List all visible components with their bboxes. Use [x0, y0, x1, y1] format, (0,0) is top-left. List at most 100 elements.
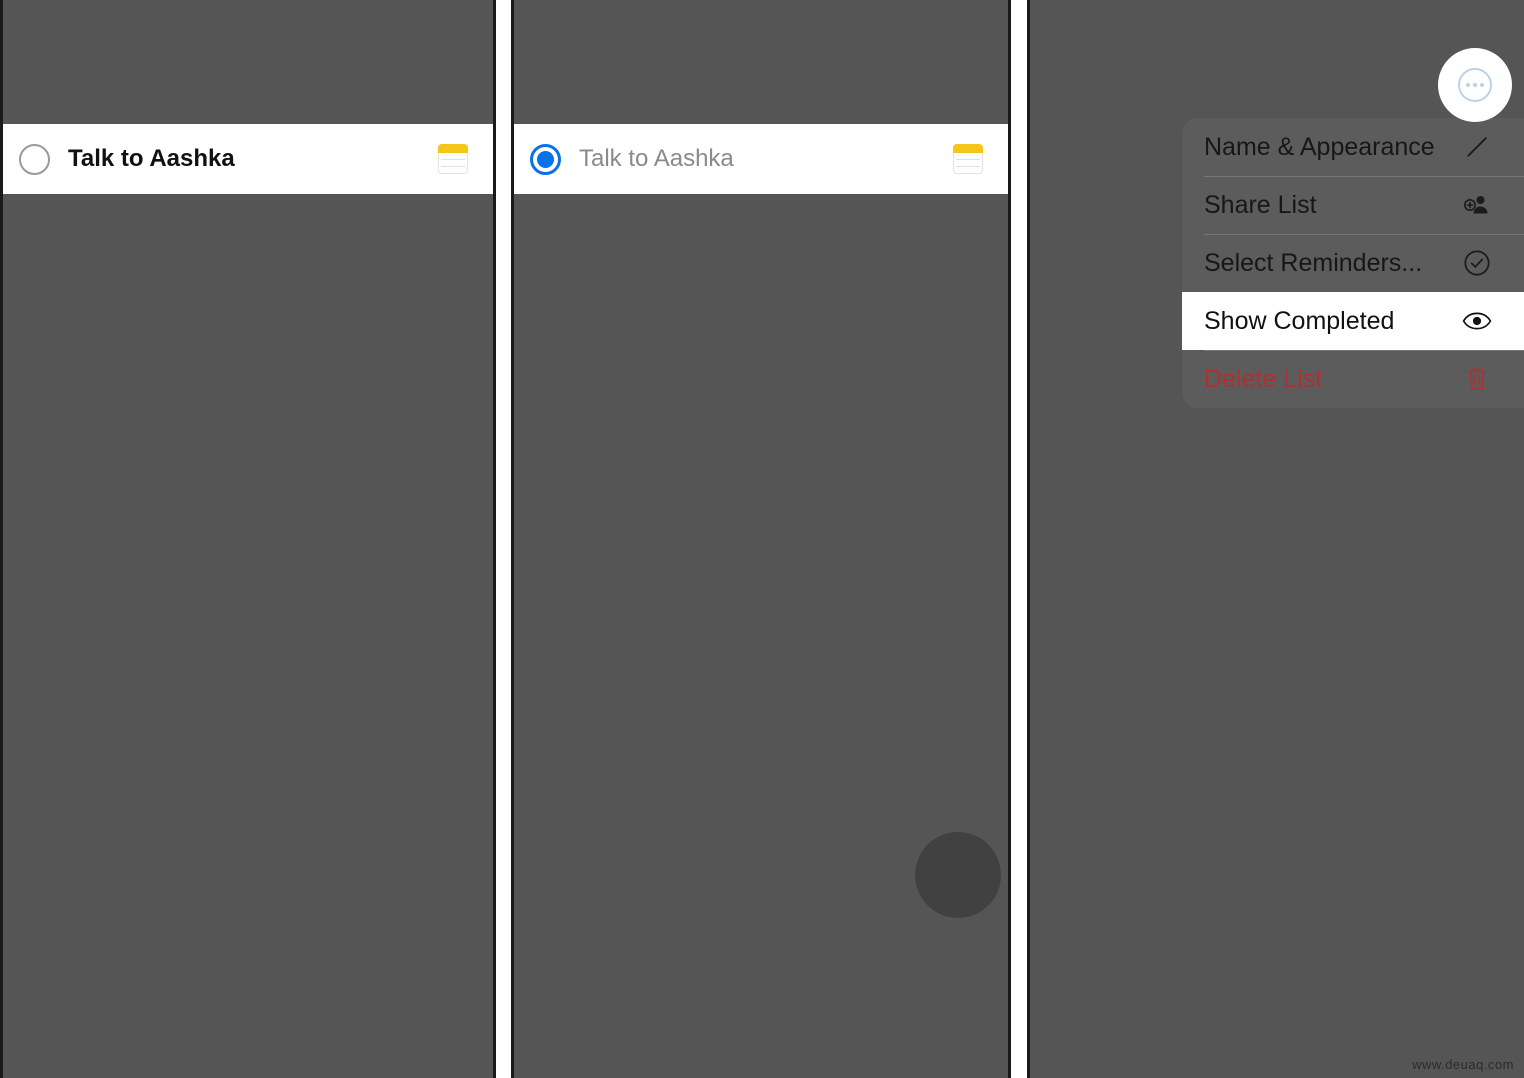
checkbox-wrap[interactable]: [0, 218, 68, 252]
checkbox-icon[interactable]: [529, 221, 561, 252]
checkbox-wrap[interactable]: [0, 636, 116, 670]
checkbox-icon[interactable]: [553, 577, 585, 609]
menu-item-delete-list[interactable]: Delete List: [1182, 350, 1524, 408]
chevron-down-icon[interactable]: ˅: [450, 515, 468, 546]
checkbox-wrap[interactable]: [511, 575, 627, 609]
list-item-test-reminder[interactable]: Test Reminder Today, 10:13 AM: [0, 745, 496, 833]
more-options-button[interactable]: [434, 76, 468, 110]
row-accessory[interactable]: ˅: [1478, 438, 1496, 470]
checkbox-wrap[interactable]: [1027, 142, 1095, 176]
checkbox-icon[interactable]: [1069, 501, 1101, 533]
back-button[interactable]: ‹ Lists: [525, 76, 593, 108]
menu-item-name-and-appearance[interactable]: Name & Appearance: [1182, 118, 1524, 176]
new-reminder-button[interactable]: New Reminder: [0, 960, 496, 1024]
checkbox-icon[interactable]: [42, 699, 74, 731]
checkbox-icon[interactable]: [42, 577, 74, 609]
checkbox-wrap[interactable]: [0, 336, 68, 371]
highlighted-more-options-button[interactable]: [1438, 48, 1512, 122]
menu-item-select-reminders[interactable]: Select Reminders...: [1182, 234, 1524, 292]
note-icon: [953, 144, 983, 174]
checkbox-wrap[interactable]: [1027, 560, 1143, 594]
checkbox-icon[interactable]: [1045, 684, 1077, 716]
list-item-set-golus-imac[interactable]: Set Golu's iMac ˅: [1027, 425, 1524, 485]
checkbox-wrap[interactable]: [511, 514, 579, 548]
list-item-order-trackpad[interactable]: Order Trackpad: [511, 684, 1011, 744]
checkbox-icon[interactable]: [553, 638, 585, 670]
highlighted-row-talk-to-aashka[interactable]: Talk to Aashka: [511, 124, 1011, 194]
checkbox-icon[interactable]: [18, 221, 50, 252]
checkbox-wrap[interactable]: [1027, 260, 1095, 295]
checkbox-wrap[interactable]: [511, 425, 579, 460]
checkbox-icon-checked[interactable]: [529, 143, 561, 175]
list-item-test-reminder[interactable]: Test Reminder Today, 10:13 AM: [511, 745, 1011, 833]
checkbox-wrap[interactable]: [1027, 621, 1143, 655]
checkbox-icon[interactable]: [18, 428, 50, 460]
list-item-order-trackpad[interactable]: Order Trackpad: [1027, 608, 1524, 668]
checkbox-icon[interactable]: [1045, 263, 1077, 295]
checkbox-wrap[interactable]: [511, 336, 579, 371]
status-bar: 10:11: [511, 0, 1011, 62]
list-item-get-her-new-keyboard[interactable]: Get her new keyboard: [0, 562, 496, 622]
checkbox-icon[interactable]: [1045, 145, 1077, 176]
menu-item-share-list[interactable]: Share List: [1182, 176, 1524, 234]
list-item-set-golus-imac[interactable]: Set Golu's iMac ˅: [511, 501, 1011, 561]
checkbox-icon[interactable]: [18, 339, 50, 371]
plus-circle-icon: [1049, 975, 1083, 1009]
list-item-take-medicine[interactable]: Take medicine Today, 9:00 PM: [511, 323, 1011, 411]
checkbox-wrap[interactable]: [511, 218, 579, 252]
checkbox-wrap[interactable]: [0, 143, 68, 175]
checkbox-wrap[interactable]: [1027, 349, 1095, 384]
checkbox-icon[interactable]: [1045, 352, 1077, 384]
list-item-get-her-new-keyboard[interactable]: Get her new keyboard: [511, 562, 1011, 622]
list-item-wish-happy-birthday[interactable]: !!! Wish Happy Birthday 05/12/20, 11:45 P…: [0, 205, 496, 322]
highlighted-row-talk-to-aashka[interactable]: Talk to Aashka: [0, 124, 496, 194]
back-button[interactable]: ‹ Lists: [14, 76, 82, 108]
checkbox-icon[interactable]: [18, 516, 50, 548]
chevron-down-icon[interactable]: ˅: [1478, 439, 1496, 470]
checkbox-wrap[interactable]: [0, 697, 116, 731]
list-item-switch-mouse[interactable]: Switch Mouse: [1027, 547, 1524, 607]
chevron-down-icon[interactable]: ˅: [965, 515, 983, 546]
list-item-go-to-mall[interactable]: Go to Mall Buy iGeeksBlog Stuff: [511, 412, 1011, 500]
checkbox-wrap[interactable]: [1027, 682, 1095, 716]
checkbox-wrap[interactable]: [511, 697, 627, 731]
checkbox-wrap[interactable]: [0, 514, 68, 548]
checkbox-icon[interactable]: [1045, 440, 1077, 472]
checkbox-wrap[interactable]: [511, 758, 579, 792]
checkbox-wrap[interactable]: [0, 575, 116, 609]
more-options-button[interactable]: [949, 76, 983, 110]
checkbox-icon[interactable]: [529, 760, 561, 792]
checkbox-icon[interactable]: [529, 339, 561, 371]
list-item-test-reminder[interactable]: Test Reminder Today, 10:13 AM: [1027, 669, 1524, 757]
checkbox-icon[interactable]: [529, 516, 561, 548]
checkbox-wrap[interactable]: [1027, 499, 1143, 533]
checkbox-icon[interactable]: [529, 428, 561, 460]
list-item-get-her-new-keyboard[interactable]: Get her new keyboard: [1027, 486, 1524, 546]
checkbox-icon[interactable]: [42, 638, 74, 670]
checkbox-wrap[interactable]: [0, 425, 68, 460]
list-item-switch-mouse[interactable]: Switch Mouse: [0, 623, 496, 683]
list-item-switch-mouse[interactable]: Switch Mouse: [511, 623, 1011, 683]
list-item-order-trackpad[interactable]: Order Trackpad: [0, 684, 496, 744]
checkbox-wrap[interactable]: [511, 143, 579, 175]
checkbox-wrap[interactable]: [0, 758, 68, 792]
list-item-set-golus-imac[interactable]: Set Golu's iMac ˅: [0, 501, 496, 561]
back-button[interactable]: ‹ Lists: [1041, 76, 1109, 108]
new-reminder-button[interactable]: New Reminder: [511, 960, 1011, 1024]
checkbox-icon[interactable]: [1069, 562, 1101, 594]
list-item-wish-happy-birthday[interactable]: !!! Wish Happy Birthday 05/12/20, 11:45 P…: [511, 205, 1011, 322]
new-reminder-button[interactable]: New Reminder: [1027, 960, 1524, 1024]
row-accessory[interactable]: ˅: [450, 514, 468, 546]
row-meta-date: 05/12/20, 11:45 PM, Yearly: [579, 254, 830, 278]
checkbox-wrap[interactable]: [1027, 438, 1095, 472]
list-item-take-medicine[interactable]: Take medicine Today, 9:00 PM: [0, 323, 496, 411]
list-options-context-menu[interactable]: Name & Appearance Share List Select Remi…: [1182, 118, 1524, 408]
checkbox-icon[interactable]: [18, 760, 50, 792]
row-accessory[interactable]: ˅: [965, 514, 983, 546]
menu-item-show-completed[interactable]: Show Completed: [1182, 292, 1524, 350]
checkbox-icon[interactable]: [18, 143, 50, 175]
checkbox-icon[interactable]: [553, 699, 585, 731]
checkbox-icon[interactable]: [1069, 623, 1101, 655]
checkbox-wrap[interactable]: [511, 636, 627, 670]
list-item-go-to-mall[interactable]: Go to Mall Buy iGeeksBlog Stuff: [0, 412, 496, 500]
